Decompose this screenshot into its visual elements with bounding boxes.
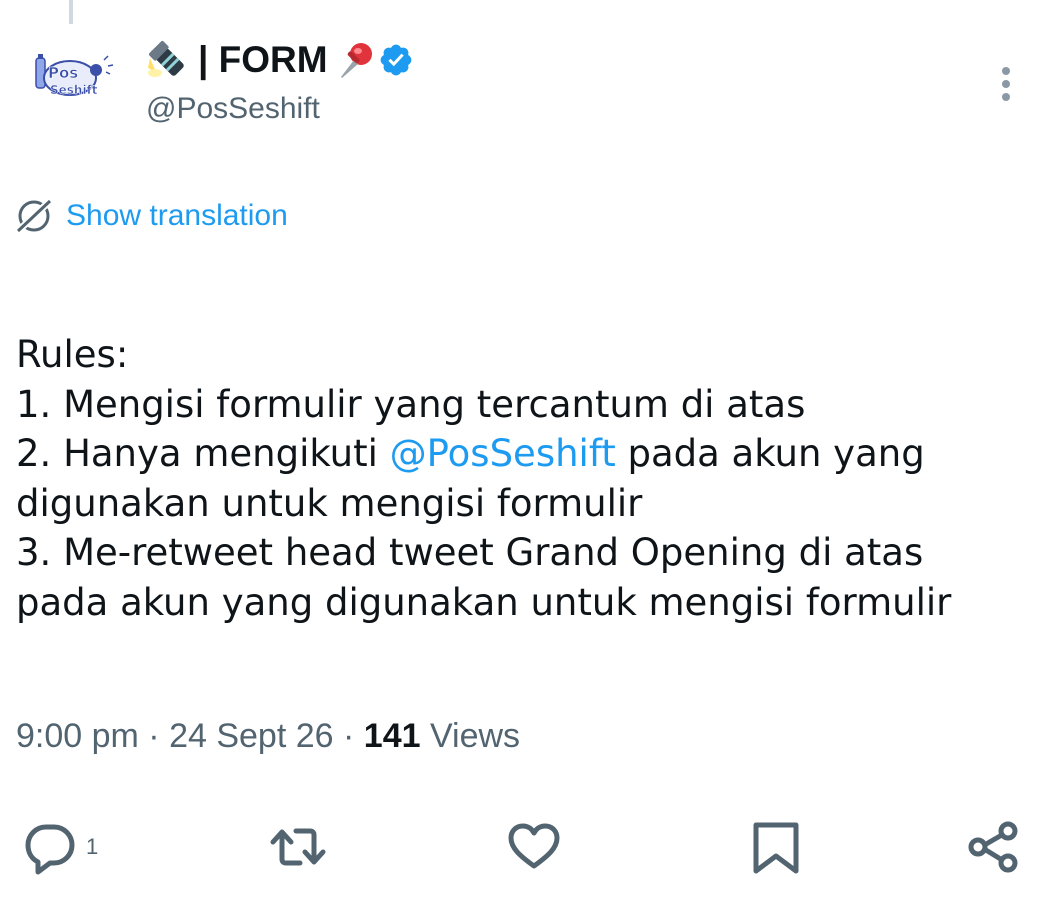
pushpin-emoji <box>336 40 376 80</box>
tweet-text-line: digunakan untuk mengisi formulir <box>16 481 643 525</box>
more-options-button[interactable] <box>990 64 1022 108</box>
thread-connector-line <box>69 0 73 24</box>
tweet-text-line: 1. Mengisi formulir yang tercantum di at… <box>16 382 806 426</box>
reply-icon <box>25 824 75 875</box>
tweet-text-line: 2. Hanya mengikuti @PosSeshift pada akun… <box>16 429 1046 479</box>
author-handle[interactable]: @PosSeshift <box>146 92 414 126</box>
bookmark-icon <box>753 822 799 874</box>
author-display-name: | FORM <box>198 39 328 80</box>
meta-separator: · <box>333 717 364 755</box>
svg-text:Seshift: Seshift <box>50 83 98 97</box>
tweet-text-line: Rules: <box>16 333 129 376</box>
tweet-text-segment: pada akun yang <box>615 432 925 475</box>
reply-count: 1 <box>86 834 99 859</box>
bookmark-button[interactable] <box>748 815 804 879</box>
author-name-row[interactable]: | FORM <box>146 36 414 84</box>
tweet-date[interactable]: 24 Sept 26 <box>169 717 333 755</box>
pos-seshift-logo: Pos Seshift <box>35 54 114 97</box>
reply-button[interactable]: 1 <box>22 815 98 879</box>
svg-text:Pos: Pos <box>48 64 78 82</box>
share-icon <box>968 821 1018 873</box>
flashlight-emoji <box>146 38 190 82</box>
translate-icon <box>14 196 54 236</box>
tweet-meta: 9:00 pm · 24 Sept 26 · 141 Views <box>16 717 520 756</box>
share-button[interactable] <box>966 815 1022 879</box>
tweet-time[interactable]: 9:00 pm <box>16 717 139 755</box>
tweet-text-line: 3. Me-retweet head tweet Grand Opening d… <box>16 531 924 574</box>
verified-badge-icon <box>378 42 414 78</box>
like-icon <box>508 823 560 869</box>
meta-separator: · <box>138 717 170 755</box>
retweet-button[interactable] <box>270 815 326 879</box>
views-label: Views <box>420 717 521 755</box>
author-block: | FORM @PosSeshift <box>146 36 414 126</box>
retweet-icon <box>270 828 326 866</box>
more-icon <box>1002 67 1010 101</box>
avatar[interactable]: Pos Seshift <box>28 44 120 136</box>
tweet-text-line: pada akun yang digunakan untuk mengisi f… <box>16 580 952 624</box>
like-button[interactable] <box>506 815 562 879</box>
show-translation[interactable]: Show translation <box>14 196 288 236</box>
views-count: 141 <box>363 717 421 755</box>
show-translation-link[interactable]: Show translation <box>66 199 288 233</box>
mention-link[interactable]: @PosSeshift <box>390 432 616 475</box>
action-bar: 1 <box>0 815 1059 879</box>
tweet-text: Rules: 1. Mengisi formulir yang tercantu… <box>16 330 1046 627</box>
tweet-text-segment: 2. Hanya mengikuti <box>16 432 390 475</box>
